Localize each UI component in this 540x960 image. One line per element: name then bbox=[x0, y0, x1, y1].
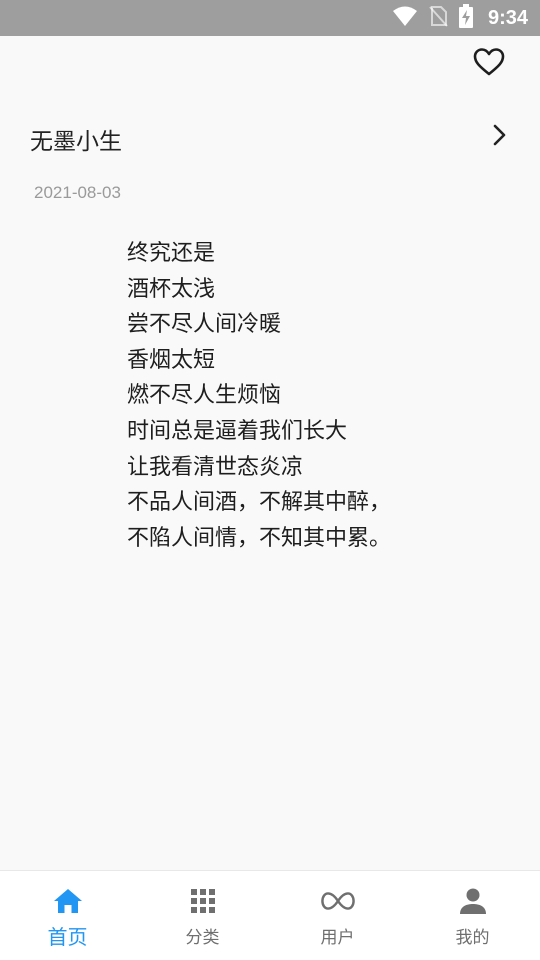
status-icons: 9:34 bbox=[392, 0, 528, 36]
status-time: 9:34 bbox=[487, 6, 528, 29]
wifi-icon bbox=[392, 5, 418, 31]
poem-text: 终究还是 酒杯太浅 尝不尽人间冷暖 香烟太短 燃不尽人生烦恼 时间总是逼着我们长… bbox=[127, 236, 527, 556]
nav-item-users[interactable]: 用户 bbox=[270, 871, 405, 960]
poem-line: 尝不尽人间冷暖 bbox=[127, 312, 282, 338]
author-row[interactable]: 无墨小生 bbox=[0, 114, 540, 160]
nav-label: 首页 bbox=[47, 925, 88, 949]
nav-item-mine[interactable]: 我的 bbox=[405, 871, 540, 960]
poem-line: 不陷人间情，不知其中累。 bbox=[127, 525, 392, 551]
poem-line: 不品人间酒，不解其中醉， bbox=[127, 490, 392, 516]
status-bar: 9:34 bbox=[0, 0, 540, 36]
post-date: 2021-08-03 bbox=[34, 183, 121, 202]
battery-charging-icon bbox=[458, 4, 474, 32]
nav-label: 用户 bbox=[320, 928, 355, 948]
infinity-icon bbox=[320, 886, 355, 916]
poem-line: 香烟太短 bbox=[127, 347, 216, 373]
poem-line: 酒杯太浅 bbox=[127, 276, 216, 302]
bottom-nav: 首页 分类 用户 我的 bbox=[0, 870, 540, 960]
poem-line: 燃不尽人生烦恼 bbox=[127, 383, 282, 409]
nav-item-category[interactable]: 分类 bbox=[135, 871, 270, 960]
author-name: 无墨小生 bbox=[30, 129, 122, 155]
poem-line: 时间总是逼着我们长大 bbox=[127, 418, 348, 444]
person-icon bbox=[456, 886, 490, 916]
nav-label: 我的 bbox=[455, 928, 490, 948]
nav-item-home[interactable]: 首页 bbox=[0, 871, 135, 960]
poem-line: 终究还是 bbox=[127, 241, 216, 266]
nav-label: 分类 bbox=[185, 928, 220, 948]
grid-icon bbox=[186, 886, 220, 916]
heart-outline-icon bbox=[473, 47, 505, 81]
post-content: 无墨小生 2021-08-03 终究还是 酒杯太浅 尝不尽人间冷暖 香烟太短 燃… bbox=[0, 36, 540, 870]
home-icon bbox=[51, 886, 85, 916]
no-sim-icon bbox=[428, 5, 448, 31]
poem-line: 让我看清世态炎凉 bbox=[127, 454, 304, 480]
chevron-right-icon bbox=[492, 124, 506, 146]
favorite-button[interactable] bbox=[472, 48, 506, 80]
